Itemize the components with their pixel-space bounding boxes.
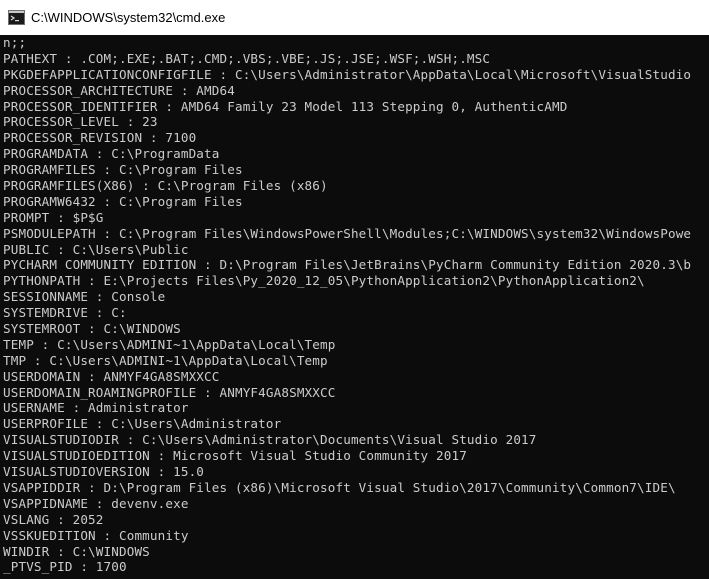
console-line: SESSIONNAME : Console bbox=[3, 289, 166, 305]
console-line: VSSKUEDITION : Community bbox=[3, 527, 189, 543]
console-line: PSMODULEPATH : C:\Program Files\WindowsP… bbox=[3, 225, 692, 241]
console-line: _PTVS_PID : 1700 bbox=[3, 559, 127, 575]
console-line: PROGRAMW6432 : C:\Program Files bbox=[3, 193, 243, 209]
console-line: VISUALSTUDIOVERSION : 15.0 bbox=[3, 464, 205, 480]
console-line: PROGRAMFILES : C:\Program Files bbox=[3, 162, 243, 178]
console-line: TEMP : C:\Users\ADMINI~1\AppData\Local\T… bbox=[3, 336, 336, 352]
console-line: USERDOMAIN_ROAMINGPROFILE : ANMYF4GA8SMX… bbox=[3, 384, 336, 400]
window-title: C:\WINDOWS\system32\cmd.exe bbox=[31, 10, 226, 25]
console-line: PROCESSOR_ARCHITECTURE : AMD64 bbox=[3, 82, 235, 98]
console-line: PROCESSOR_LEVEL : 23 bbox=[3, 114, 158, 130]
console-line: PROCESSOR_IDENTIFIER : AMD64 Family 23 M… bbox=[3, 98, 568, 114]
console-line: PUBLIC : C:\Users\Public bbox=[3, 241, 189, 257]
console-line: PKGDEFAPPLICATIONCONFIGFILE : C:\Users\A… bbox=[3, 66, 692, 82]
console-line: PROGRAMDATA : C:\ProgramData bbox=[3, 146, 220, 162]
console-line: VSAPPIDNAME : devenv.exe bbox=[3, 495, 189, 511]
cmd-console-icon[interactable] bbox=[8, 10, 25, 25]
console-line: VISUALSTUDIODIR : C:\Users\Administrator… bbox=[3, 432, 537, 448]
console-line: VSLANG : 2052 bbox=[3, 511, 104, 527]
cmd-window: C:\WINDOWS\system32\cmd.exe n;; PATHEXT :… bbox=[0, 0, 709, 579]
console-line: PYCHARM COMMUNITY EDITION : D:\Program F… bbox=[3, 257, 692, 273]
console-line: SYSTEMROOT : C:\WINDOWS bbox=[3, 321, 181, 337]
console-line: PATHEXT : .COM;.EXE;.BAT;.CMD;.VBS;.VBE;… bbox=[3, 50, 491, 66]
console-line: PROGRAMFILES(X86) : C:\Program Files (x8… bbox=[3, 178, 328, 194]
console-line: n;; bbox=[3, 35, 27, 50]
console-line: TMP : C:\Users\ADMINI~1\AppData\Local\Te… bbox=[3, 352, 328, 368]
title-bar[interactable]: C:\WINDOWS\system32\cmd.exe bbox=[0, 0, 709, 35]
console-line: USERNAME : Administrator bbox=[3, 400, 189, 416]
console-output[interactable]: n;; PATHEXT : .COM;.EXE;.BAT;.CMD;.VBS;.V… bbox=[0, 35, 709, 579]
console-line: SYSTEMDRIVE : C: bbox=[3, 305, 127, 321]
console-line: VSAPPIDDIR : D:\Program Files (x86)\Micr… bbox=[3, 479, 676, 495]
console-line: WINDIR : C:\WINDOWS bbox=[3, 543, 150, 559]
console-line: USERDOMAIN : ANMYF4GA8SMXXCC bbox=[3, 368, 220, 384]
console-line: VISUALSTUDIOEDITION : Microsoft Visual S… bbox=[3, 448, 467, 464]
console-line: PROMPT : $P$G bbox=[3, 209, 104, 225]
console-line: PYTHONPATH : E:\Projects Files\Py_2020_1… bbox=[3, 273, 645, 289]
console-line: USERPROFILE : C:\Users\Administrator bbox=[3, 416, 282, 432]
console-lines: n;; PATHEXT : .COM;.EXE;.BAT;.CMD;.VBS;.V… bbox=[3, 35, 691, 575]
console-line: PROCESSOR_REVISION : 7100 bbox=[3, 130, 197, 146]
